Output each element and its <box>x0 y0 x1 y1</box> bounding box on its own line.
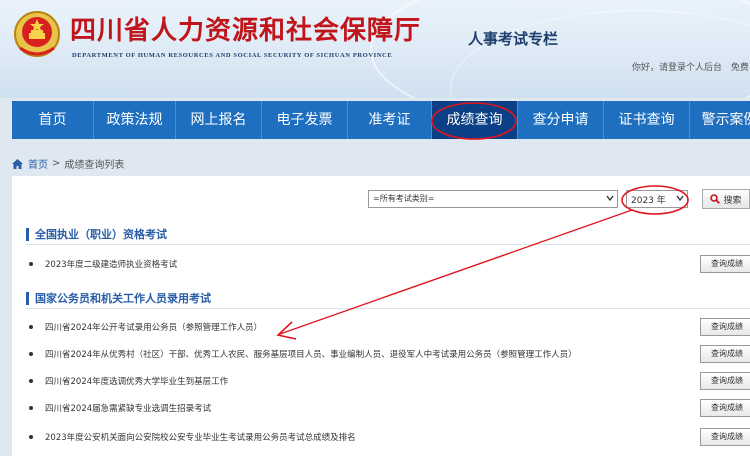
exam-category-value: =所有考试类别= <box>373 194 435 203</box>
category-title: 全国执业（职业）资格考试 <box>26 228 167 241</box>
year-select[interactable]: 2023 年 <box>626 190 688 208</box>
exam-list-item: 2023年度公安机关面向公安院校公安专业毕业生考试录用公务员考试总成绩及排名 查询… <box>26 426 750 448</box>
nav-item[interactable]: 网上报名 <box>176 101 262 139</box>
section-tag: 人事考试专栏 <box>468 30 559 48</box>
exam-list-item: 四川省2024年从优秀村（社区）干部、优秀工人农民、服务基层项目人员、事业编制人… <box>26 343 750 365</box>
nav-item[interactable]: 电子发票 <box>262 101 348 139</box>
nav-item[interactable]: 证书查询 <box>604 101 690 139</box>
exam-title: 四川省2024年度选调优秀大学毕业生到基层工作 <box>45 377 229 387</box>
query-score-button[interactable]: 查询成绩 <box>700 318 750 336</box>
list-bullet <box>29 352 33 356</box>
category-title: 国家公务员和机关工作人员录用考试 <box>26 292 211 305</box>
search-button[interactable]: 搜索 <box>702 189 750 209</box>
nav-item[interactable]: 准考证 <box>348 101 432 139</box>
nav-item[interactable]: 成绩查询 <box>432 101 518 139</box>
exam-list-item: 四川省2024年度选调优秀大学毕业生到基层工作 查询成绩 <box>26 370 750 392</box>
breadcrumb-current: 成绩查询列表 <box>64 160 125 171</box>
breadcrumb-separator: > <box>52 158 61 169</box>
query-score-button[interactable]: 查询成绩 <box>700 399 750 417</box>
chevron-down-icon <box>676 195 684 202</box>
query-score-button[interactable]: 查询成绩 <box>700 372 750 390</box>
nav-item[interactable]: 首页 <box>12 101 94 139</box>
exam-list-item: 四川省2024届急需紧缺专业选调生招录考试 查询成绩 <box>26 397 750 419</box>
site-title: 四川省人力资源和社会保障厅 <box>70 16 422 46</box>
list-bullet <box>29 406 33 410</box>
site-header: 四川省人力资源和社会保障厅 DEPARTMENT OF HUMAN RESOUR… <box>0 0 750 98</box>
national-emblem-icon <box>14 11 60 57</box>
exam-title: 四川省2024年从优秀村（社区）干部、优秀工人农民、服务基层项目人员、事业编制人… <box>45 350 577 360</box>
exam-category-select[interactable]: =所有考试类别= <box>368 190 618 208</box>
year-value: 2023 年 <box>631 196 666 206</box>
nav-item[interactable]: 政策法规 <box>94 101 176 139</box>
list-bullet <box>29 325 33 329</box>
login-greeting-link[interactable]: 你好，请登录个人后台 <box>632 63 722 73</box>
category-divider <box>26 308 750 309</box>
home-icon <box>12 158 23 169</box>
list-bullet <box>29 435 33 439</box>
content-panel: =所有考试类别= 2023 年 搜索 全国执业（职业）资格考试 2023年度二级建… <box>12 176 750 456</box>
exam-title: 2023年度二级建造师执业资格考试 <box>45 260 178 270</box>
register-link[interactable]: 免费 <box>731 63 749 73</box>
list-bullet <box>29 262 33 266</box>
query-score-button[interactable]: 查询成绩 <box>700 345 750 363</box>
exam-title: 2023年度公安机关面向公安院校公安专业毕业生考试录用公务员考试总成绩及排名 <box>45 433 356 443</box>
list-bullet <box>29 379 33 383</box>
category-divider <box>26 244 750 245</box>
breadcrumb-home-link[interactable]: 首页 <box>28 156 48 171</box>
search-button-label: 搜索 <box>723 195 742 206</box>
nav-item[interactable]: 警示案例 <box>690 101 750 139</box>
user-links: 你好，请登录个人后台 免费 <box>632 60 750 73</box>
query-score-button[interactable]: 查询成绩 <box>700 255 750 273</box>
exam-title: 四川省2024年公开考试录用公务员（参照管理工作人员） <box>45 323 263 333</box>
exam-title: 四川省2024届急需紧缺专业选调生招录考试 <box>45 404 212 414</box>
main-nav: 首页政策法规网上报名电子发票准考证成绩查询查分申请证书查询警示案例 <box>12 101 750 139</box>
search-icon <box>710 194 721 204</box>
nav-item[interactable]: 查分申请 <box>518 101 604 139</box>
site-subtitle: DEPARTMENT OF HUMAN RESOURCES AND SOCIAL… <box>72 52 393 59</box>
chevron-down-icon <box>606 195 614 202</box>
exam-list-item: 四川省2024年公开考试录用公务员（参照管理工作人员） 查询成绩 <box>26 316 750 338</box>
breadcrumb: 首页 > 成绩查询列表 <box>12 156 124 171</box>
exam-list-item: 2023年度二级建造师执业资格考试 查询成绩 <box>26 253 750 275</box>
query-score-button[interactable]: 查询成绩 <box>700 428 750 446</box>
